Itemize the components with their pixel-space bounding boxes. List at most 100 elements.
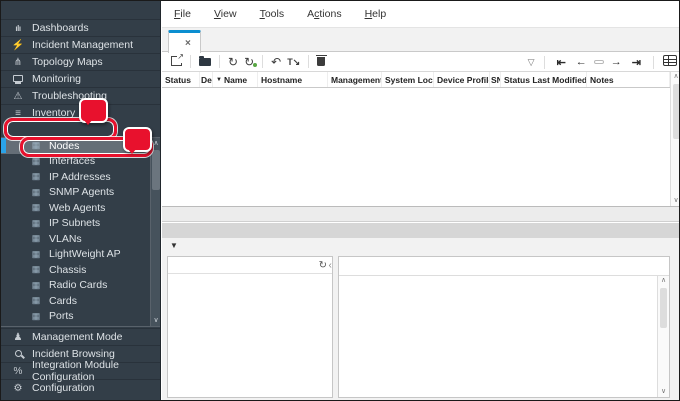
scroll-up-icon[interactable]: ∧ [151, 138, 161, 149]
undo-button[interactable]: ↶ [268, 56, 284, 68]
sidebar-item-monitoring[interactable]: Monitoring [1, 70, 160, 87]
sidebar-item-label: Web Agents [49, 202, 105, 214]
sidebar-item-label: Cards [49, 295, 77, 307]
sidebar-item-management-mode[interactable]: ♟Management Mode [1, 328, 161, 345]
sidebar-item-integration-module-configuration[interactable]: %Integration Module Configuration [1, 362, 161, 379]
delete-button[interactable] [314, 55, 328, 68]
toolbar-separator [653, 56, 654, 69]
dropdown-arrow-icon: ▽ [528, 57, 535, 68]
open-in-form-button[interactable] [663, 53, 677, 71]
table-icon: ▦ [30, 249, 42, 260]
scroll-down-icon[interactable]: ∨ [658, 387, 669, 397]
scroll-thumb[interactable] [660, 288, 667, 328]
node-group-filter-dropdown[interactable]: ▽ [520, 57, 535, 68]
toolbar-separator [308, 55, 309, 68]
toolbar-separator [544, 56, 545, 69]
tab-nodes[interactable]: × [168, 30, 201, 53]
menu-actions[interactable]: Actions [307, 8, 341, 20]
dashboards-icon: ılı [11, 24, 25, 33]
column-header-system-location[interactable]: System Location [382, 72, 434, 87]
column-header-status[interactable]: Status [162, 72, 200, 87]
column-header-label: Status Last Modified [504, 75, 587, 85]
sidebar-item-ports[interactable]: ▦ Ports [1, 309, 161, 325]
sidebar-item-radio-cards[interactable]: ▦Radio Cards [1, 278, 161, 294]
column-header-hostname[interactable]: Hostname [258, 72, 328, 87]
sidebar-scrollbar[interactable]: ∧ ∨ [150, 138, 161, 326]
toolbar-right-cluster: ▽ ⇤ ← → ⇥ [520, 52, 677, 72]
open-in-new-window-button[interactable] [168, 56, 185, 68]
scroll-thumb[interactable] [673, 84, 680, 139]
scroll-thumb[interactable] [152, 150, 160, 190]
table-scrollbar[interactable]: ∧ ∨ [670, 72, 680, 206]
nodes-table-body [162, 88, 670, 206]
node-summary-card: ↻ [167, 256, 333, 398]
table-icon: ▦ [30, 233, 42, 244]
menu-help[interactable]: Help [365, 8, 387, 20]
annotation-callout-step2-nodes [123, 127, 152, 152]
table-icon: ▦ [30, 218, 42, 229]
sidebar-item-incident-management[interactable]: ⚡Incident Management [1, 36, 160, 53]
node-summary-header: ↻ [168, 257, 332, 274]
app-title [1, 1, 160, 19]
node-summary-fields [168, 274, 332, 282]
topology-maps-icon: ⋔ [11, 57, 25, 68]
table-icon: ▦ [30, 326, 42, 327]
sidebar-item-chassis[interactable]: ▦Chassis [1, 262, 161, 278]
sidebar-item-web-agents[interactable]: ▦Web Agents [1, 200, 161, 216]
column-header-label: Name [224, 75, 247, 85]
menu-view[interactable]: View [214, 8, 237, 20]
toolbar-separator [262, 55, 263, 68]
close-icon[interactable]: × [185, 38, 191, 49]
scroll-up-icon[interactable]: ∧ [658, 276, 669, 286]
sidebar-item-dashboards[interactable]: ılıDashboards [1, 19, 160, 36]
first-page-button[interactable]: ⇤ [554, 56, 569, 69]
refresh-icon[interactable]: ↻ [319, 260, 327, 271]
previous-page-button[interactable]: ← [573, 56, 590, 68]
show-view-list-button[interactable] [196, 56, 214, 68]
column-header-name[interactable]: ▼Name [213, 72, 258, 87]
sidebar-item-snmp-agents[interactable]: ▦SNMP Agents [1, 185, 161, 201]
sidebar-item-lightweight-ap[interactable]: ▦LightWeight AP [1, 247, 161, 263]
sidebar-item-node-sensors[interactable]: ▦Node Sensors [1, 324, 161, 327]
chevron-left-icon[interactable]: ‹ [329, 260, 332, 271]
menu-tools[interactable]: Tools [260, 8, 285, 20]
sidebar-item-label: Radio Cards [49, 279, 107, 291]
sidebar-item-ip-subnets[interactable]: ▦ IP Subnets [1, 216, 161, 232]
next-page-button[interactable]: → [608, 56, 625, 68]
menu-file[interactable]: File [174, 8, 191, 20]
sidebar-item-label: Interfaces [49, 155, 95, 167]
column-header-management[interactable]: Management [328, 72, 382, 87]
analysis-tab-strip [339, 257, 669, 276]
sidebar-item-vlans[interactable]: ▦VLANs [1, 231, 161, 247]
sidebar-item-label: Ports [49, 310, 74, 322]
sidebar-item-cards[interactable]: ▦ Cards [1, 293, 161, 309]
sidebar-item-label: Monitoring [32, 73, 81, 85]
details-scrollbar[interactable]: ∧ ∨ [657, 276, 669, 397]
folder-icon [199, 58, 211, 66]
sort-desc-icon: ▼ [216, 77, 222, 83]
scroll-down-icon[interactable]: ∨ [671, 196, 680, 206]
sidebar-item-interfaces[interactable]: ▦Interfaces [1, 154, 161, 170]
restore-default-filter-button[interactable]: T↘ [284, 56, 303, 68]
table-icon: ▦ [30, 171, 42, 182]
panel-divider[interactable] [162, 223, 680, 238]
scroll-down-icon[interactable]: ∨ [151, 315, 161, 326]
troubleshooting-icon: ⚠ [11, 91, 25, 102]
sidebar-item-label: IP Subnets [49, 217, 100, 229]
analysis-header[interactable]: ▼ [162, 238, 680, 253]
table-icon: ▦ [30, 295, 42, 306]
refresh-status-button[interactable]: ↻ [241, 56, 257, 68]
column-header-device-profile[interactable]: Device Profile [434, 72, 490, 87]
sidebar-item-ip-addresses[interactable]: ▦IP Addresses [1, 169, 161, 185]
column-header-notes[interactable]: Notes [587, 72, 670, 87]
column-header-snm[interactable]: SNM [490, 72, 501, 87]
scroll-up-icon[interactable]: ∧ [671, 72, 680, 82]
refresh-button[interactable]: ↻ [225, 56, 241, 68]
management-mode-icon: ♟ [11, 332, 25, 343]
column-header-dev[interactable]: Dev [200, 72, 213, 87]
last-page-button[interactable]: ⇥ [629, 56, 644, 69]
page-range-field[interactable] [594, 60, 604, 64]
column-header-status-last-modified[interactable]: Status Last Modified [501, 72, 587, 87]
incident-browsing-icon [11, 349, 25, 360]
sidebar-item-topology-maps[interactable]: ⋔Topology Maps [1, 53, 160, 70]
